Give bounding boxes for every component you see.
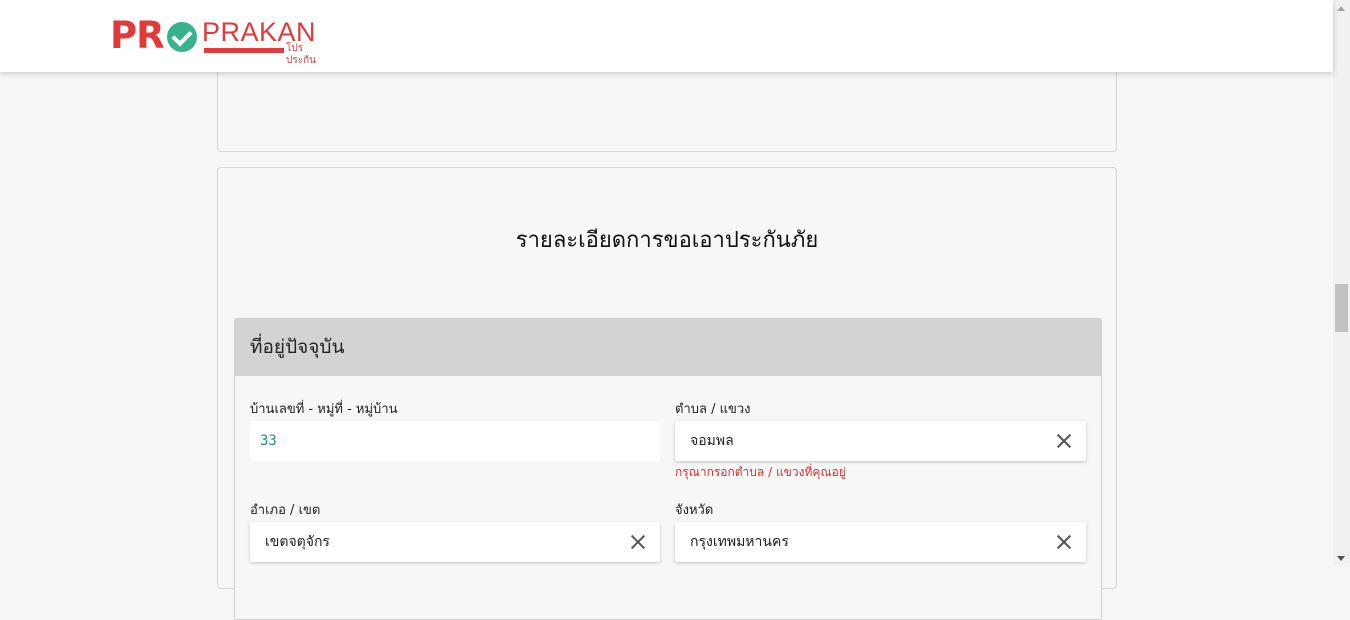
insurance-details-card: รายละเอียดการขอเอาประกันภัย ที่อยู่ปัจจุ… xyxy=(217,167,1117,620)
subdistrict-error: กรุณากรอกตำบล / แขวงที่คุณอยู่ xyxy=(675,465,846,479)
province-label: จังหวัด xyxy=(675,503,714,518)
district-value: เขตจตุจักร xyxy=(265,534,330,550)
house-number-input[interactable]: 33 xyxy=(250,421,660,461)
clear-icon[interactable] xyxy=(1056,534,1072,550)
clear-icon[interactable] xyxy=(1056,433,1072,449)
page-scrollbar[interactable] xyxy=(1333,0,1350,567)
clear-icon[interactable] xyxy=(630,534,646,550)
form-title: รายละเอียดการขอเอาประกันภัย xyxy=(515,228,819,253)
subdistrict-label: ตำบล / แขวง xyxy=(675,402,751,417)
check-circle-icon xyxy=(167,22,197,52)
province-value: กรุงเทพมหานคร xyxy=(690,534,789,550)
top-navbar: PR PRAKAN โปรประกัน xyxy=(0,0,1333,72)
scroll-up-arrow-icon[interactable] xyxy=(1337,6,1345,11)
district-label: อำเภอ / เขต xyxy=(250,503,321,518)
subdistrict-select[interactable]: จอมพล xyxy=(675,421,1086,461)
logo-subtitle: โปรประกัน xyxy=(286,43,316,66)
district-select[interactable]: เขตจตุจักร xyxy=(250,522,660,562)
propakan-logo[interactable]: PR PRAKAN โปรประกัน xyxy=(110,14,330,66)
subdistrict-value: จอมพล xyxy=(690,433,734,449)
logo-underline xyxy=(204,48,284,53)
scroll-down-arrow-icon[interactable] xyxy=(1337,556,1345,561)
house-number-value: 33 xyxy=(260,433,277,449)
house-number-label: บ้านเลขที่ - หมู่ที่ - หมู่บ้าน xyxy=(250,402,398,417)
scroll-thumb[interactable] xyxy=(1335,284,1348,332)
section-title: ที่อยู่ปัจจุบัน xyxy=(235,319,1101,376)
logo-pro-text: PR xyxy=(110,14,165,57)
previous-form-card xyxy=(217,60,1117,152)
current-address-section: ที่อยู่ปัจจุบัน บ้านเลขที่ - หมู่ที่ - ห… xyxy=(234,318,1102,620)
province-select[interactable]: กรุงเทพมหานคร xyxy=(675,522,1086,562)
